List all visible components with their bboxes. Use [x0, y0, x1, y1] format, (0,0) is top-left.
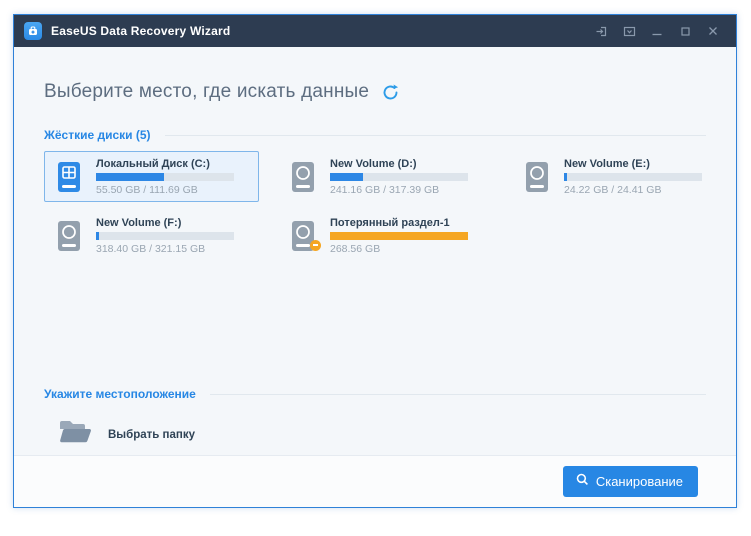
drive-size: 24.22 GB / 24.41 GB — [564, 183, 662, 196]
select-folder-label: Выбрать папку — [108, 428, 195, 441]
section-divider — [209, 393, 706, 395]
hard-disks-label: Жёсткие диски (5) — [44, 128, 151, 142]
drive-icon — [54, 220, 84, 252]
drive-name: New Volume (F:) — [96, 216, 182, 229]
page-title: Выберите место, где искать данные — [44, 81, 370, 102]
refresh-icon[interactable] — [381, 83, 400, 102]
capacity-bar — [330, 231, 468, 240]
drive-name: Потерянный раздел-1 — [330, 216, 450, 229]
lost-partition-badge-icon — [310, 239, 321, 251]
section-divider — [164, 134, 706, 136]
menu-icon[interactable] — [616, 20, 642, 42]
select-folder-button[interactable]: Выбрать папку — [58, 419, 195, 450]
drive-size: 268.56 GB — [330, 242, 381, 255]
minimize-icon[interactable] — [644, 20, 670, 42]
drive-card-f[interactable]: New Volume (F:) 318.40 GB / 321.15 GB — [44, 210, 259, 261]
drive-card-d[interactable]: New Volume (D:) 241.16 GB / 317.39 GB — [278, 151, 493, 202]
location-section-header: Укажите местоположение — [44, 387, 706, 401]
drive-grid: Локальный Диск (C:) 55.50 GB / 111.69 GB… — [44, 151, 706, 261]
capacity-bar — [564, 172, 702, 181]
drive-card-e[interactable]: New Volume (E:) 24.22 GB / 24.41 GB — [512, 151, 727, 202]
capacity-bar — [96, 172, 234, 181]
app-window: EaseUS Data Recovery Wizard Выберите мес… — [13, 14, 737, 508]
maximize-icon[interactable] — [672, 20, 698, 42]
page-heading: Выберите место, где искать данные — [44, 81, 706, 103]
drive-size: 55.50 GB / 111.69 GB — [96, 183, 198, 196]
window-title: EaseUS Data Recovery Wizard — [51, 24, 231, 38]
footer-bar: Сканирование — [14, 455, 736, 507]
open-folder-icon — [58, 419, 92, 450]
lost-partition-drive-icon — [288, 220, 321, 252]
drive-card-lost-partition[interactable]: Потерянный раздел-1 268.56 GB — [278, 210, 493, 261]
capacity-bar — [96, 231, 234, 240]
scan-button[interactable]: Сканирование — [562, 466, 698, 497]
drive-name: Локальный Диск (C:) — [96, 157, 210, 170]
drive-name: New Volume (E:) — [564, 157, 650, 170]
sign-in-icon[interactable] — [588, 20, 614, 42]
capacity-bar — [330, 172, 468, 181]
location-label: Укажите местоположение — [44, 387, 196, 401]
drive-size: 318.40 GB / 321.15 GB — [96, 242, 206, 255]
scan-button-label: Сканирование — [595, 473, 683, 489]
hard-disks-section-header: Жёсткие диски (5) — [44, 128, 706, 142]
drive-icon — [522, 161, 552, 193]
system-drive-icon — [54, 161, 84, 193]
app-logo-icon — [24, 22, 42, 40]
drive-card-c[interactable]: Локальный Диск (C:) 55.50 GB / 111.69 GB — [44, 151, 259, 202]
titlebar[interactable]: EaseUS Data Recovery Wizard — [14, 15, 736, 47]
drive-size: 241.16 GB / 317.39 GB — [330, 183, 440, 196]
close-icon[interactable] — [700, 20, 726, 42]
search-icon — [576, 473, 589, 489]
drive-name: New Volume (D:) — [330, 157, 417, 170]
content-area: Выберите место, где искать данные Жёстки… — [14, 47, 736, 455]
drive-icon — [288, 161, 318, 193]
